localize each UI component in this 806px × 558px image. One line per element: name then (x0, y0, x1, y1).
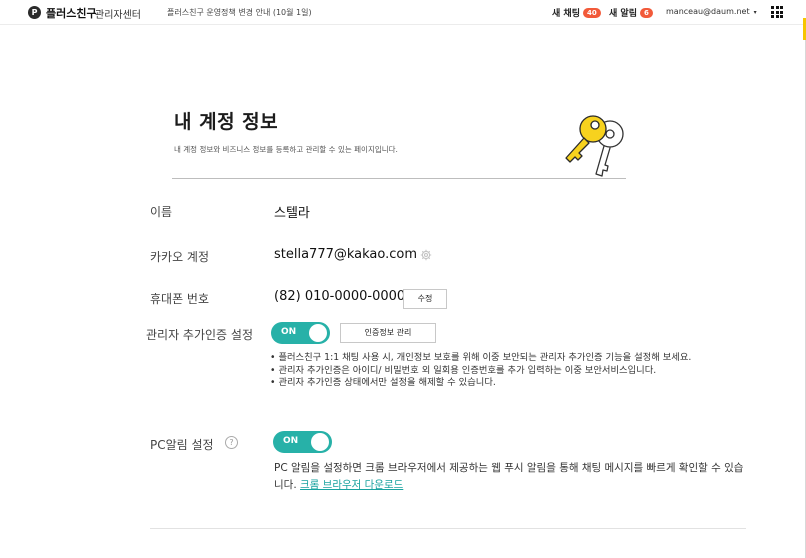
twofactor-toggle-label: ON (281, 327, 297, 337)
toggle-knob (309, 324, 327, 342)
twofactor-note: • 관리자 추가인증은 아이디/ 비밀번호 외 일회용 인증번호를 추가 입력하… (270, 364, 657, 376)
new-chat-link[interactable]: 새 채팅 40 (552, 6, 601, 19)
pc-alert-toggle[interactable]: ON (273, 431, 332, 453)
twofactor-toggle[interactable]: ON (271, 322, 330, 344)
brand-subtitle[interactable]: 관리자센터 (95, 6, 141, 21)
plusfriend-logo-icon[interactable]: P (28, 6, 41, 19)
chrome-download-link[interactable]: 크롬 브라우저 다운로드 (300, 479, 403, 491)
pc-alert-toggle-label: ON (283, 436, 299, 446)
twofactor-label: 관리자 추가인증 설정 (146, 328, 253, 342)
phone-value: (82) 010-0000-0000 (274, 289, 406, 304)
account-menu[interactable]: manceau@daum.net ▾ (666, 7, 757, 16)
key-icon (565, 115, 624, 177)
name-label: 이름 (150, 205, 173, 219)
gear-icon[interactable] (420, 249, 432, 261)
account-email: manceau@daum.net (666, 7, 750, 16)
phone-edit-button[interactable]: 수정 (403, 289, 447, 309)
new-alert-link[interactable]: 새 알림 6 (609, 6, 653, 19)
twofactor-note: • 관리자 추가인증 상태에서만 설정을 해제할 수 있습니다. (270, 377, 496, 389)
bottom-divider (150, 528, 746, 529)
new-chat-count-badge: 40 (582, 8, 601, 18)
chevron-down-icon: ▾ (753, 9, 757, 16)
grid-icon[interactable] (771, 6, 783, 18)
page-title: 내 계정 정보 (174, 111, 279, 133)
page-subtitle: 내 계정 정보와 비즈니스 정보를 등록하고 관리할 수 있는 페이지입니다. (174, 145, 398, 154)
new-chat-label: 새 채팅 (552, 9, 580, 19)
top-bar: P 플러스친구 관리자센터 플러스친구 운영정책 변경 안내 (10월 1일) … (0, 0, 806, 25)
new-alert-count-badge: 6 (639, 8, 653, 18)
pc-alert-label: PC알림 설정 (150, 438, 214, 452)
twofactor-notes: • 플러스친구 1:1 채팅 사용 시, 개인정보 보호를 위해 이중 보안되는… (270, 352, 750, 390)
new-alert-label: 새 알림 (609, 9, 637, 19)
notice-link[interactable]: 플러스친구 운영정책 변경 안내 (10월 1일) (167, 7, 312, 18)
toggle-knob (311, 433, 329, 451)
help-icon[interactable]: ? (225, 436, 238, 449)
auth-info-manage-button[interactable]: 인증정보 관리 (340, 323, 436, 343)
twofactor-note: • 플러스친구 1:1 채팅 사용 시, 개인정보 보호를 위해 이중 보안되는… (270, 352, 692, 363)
kakao-account-value: stella777@kakao.com (274, 247, 418, 262)
brand-name[interactable]: 플러스친구 (46, 5, 97, 21)
kakao-account-label: 카카오 계정 (150, 250, 210, 264)
pc-alert-description: PC 알림을 설정하면 크롬 브라우저에서 제공하는 웹 푸시 알림을 통해 채… (274, 460, 744, 494)
name-value: 스텔라 (274, 206, 310, 221)
phone-label: 휴대폰 번호 (150, 292, 210, 306)
